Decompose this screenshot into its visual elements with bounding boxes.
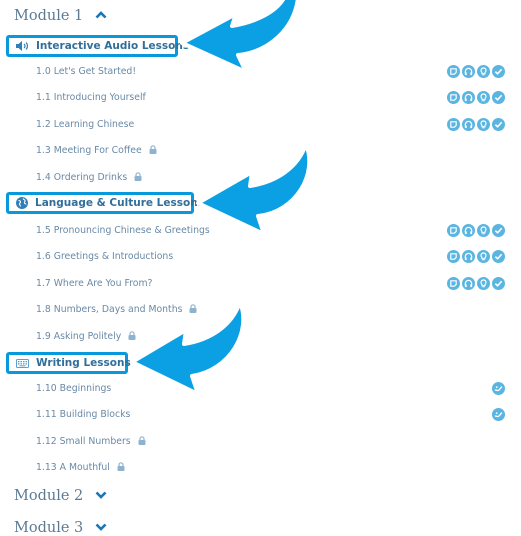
lesson-link[interactable]: 1.0 Let's Get Started! (36, 66, 136, 77)
notes-icon[interactable] (447, 277, 460, 290)
section-language-culture[interactable]: Language & Culture Lessons (6, 192, 204, 214)
section-label: Interactive Audio Lessons (36, 40, 190, 52)
lesson-title: 1.13 A Mouthful (36, 462, 110, 473)
lesson-badges (447, 277, 505, 290)
section-writing[interactable]: Writing Lessons (6, 352, 131, 374)
module-title: Module 2 (14, 488, 84, 504)
lesson-link[interactable]: 1.1 Introducing Yourself (36, 92, 146, 103)
chevron-up-icon[interactable] (95, 8, 107, 22)
lightbulb-icon[interactable] (477, 91, 490, 104)
notes-icon[interactable] (447, 118, 460, 131)
lesson-title: 1.4 Ordering Drinks (36, 172, 128, 183)
check-icon[interactable] (492, 277, 505, 290)
lesson-badges (447, 91, 505, 104)
lesson-link[interactable]: 1.7 Where Are You From? (36, 278, 152, 289)
lightbulb-icon[interactable] (477, 277, 490, 290)
module-title: Module 1 (14, 8, 84, 24)
callout-arrow-icon (196, 142, 312, 236)
notes-icon[interactable] (447, 224, 460, 237)
lesson-title: 1.3 Meeting For Coffee (36, 145, 142, 156)
speaker-icon (16, 41, 29, 51)
check-icon[interactable] (492, 118, 505, 131)
lesson-title: 1.5 Pronouncing Chinese & Greetings (36, 225, 210, 236)
lesson-title: 1.0 Let's Get Started! (36, 66, 137, 77)
lock-icon (134, 172, 142, 184)
lesson-badges (447, 65, 505, 78)
lesson-link[interactable]: 1.2 Learning Chinese (36, 119, 134, 130)
lightbulb-icon[interactable] (477, 250, 490, 263)
lesson-title: 1.11 Building Blocks (36, 409, 131, 420)
lesson-link[interactable]: 1.11 Building Blocks (36, 409, 130, 420)
lesson-title: 1.7 Where Are You From? (36, 278, 153, 289)
headphones-icon[interactable] (462, 224, 475, 237)
lesson-badges (447, 250, 505, 263)
notes-icon[interactable] (447, 65, 460, 78)
lesson-title: 1.10 Beginnings (36, 383, 112, 394)
keyboard-icon (16, 358, 29, 368)
check-icon[interactable] (492, 65, 505, 78)
chevron-down-icon[interactable] (95, 520, 107, 534)
headphones-icon[interactable] (462, 118, 475, 131)
chevron-down-icon[interactable] (95, 488, 107, 502)
lesson-badges (447, 118, 505, 131)
lesson-title: 1.1 Introducing Yourself (36, 92, 146, 103)
lesson-title: 1.9 Asking Politely (36, 331, 122, 342)
lesson-link[interactable]: 1.4 Ordering Drinks (36, 172, 142, 184)
notes-icon[interactable] (447, 91, 460, 104)
callout-arrow-icon (180, 0, 300, 74)
section-label: Language & Culture Lessons (35, 197, 204, 209)
lesson-link[interactable]: 1.12 Small Numbers (36, 436, 146, 448)
module-2-header[interactable]: Module 2 (14, 488, 107, 504)
lesson-link[interactable]: 1.5 Pronouncing Chinese & Greetings (36, 225, 210, 236)
module-1-header[interactable]: Module 1 (14, 8, 107, 24)
check-icon[interactable] (492, 91, 505, 104)
lock-icon (138, 436, 146, 448)
headphones-icon[interactable] (462, 65, 475, 78)
headphones-icon[interactable] (462, 250, 475, 263)
lesson-title: 1.2 Learning Chinese (36, 119, 135, 130)
globe-icon (16, 197, 28, 209)
check-icon[interactable] (492, 250, 505, 263)
lightbulb-icon[interactable] (477, 224, 490, 237)
lesson-title: 1.12 Small Numbers (36, 436, 131, 447)
lesson-link[interactable]: 1.10 Beginnings (36, 383, 111, 394)
notes-icon[interactable] (447, 250, 460, 263)
headphones-icon[interactable] (462, 277, 475, 290)
check-icon[interactable] (492, 224, 505, 237)
lightbulb-icon[interactable] (477, 118, 490, 131)
lesson-badges (492, 408, 505, 421)
brush-icon[interactable] (492, 408, 505, 421)
lesson-link[interactable]: 1.6 Greetings & Introductions (36, 251, 173, 262)
brush-icon[interactable] (492, 382, 505, 395)
section-interactive-audio[interactable]: Interactive Audio Lessons (6, 35, 189, 57)
lesson-link[interactable]: 1.9 Asking Politely (36, 331, 136, 343)
section-label: Writing Lessons (36, 357, 131, 369)
lesson-link[interactable]: 1.3 Meeting For Coffee (36, 145, 157, 157)
lesson-title: 1.6 Greetings & Introductions (36, 251, 174, 262)
lightbulb-icon[interactable] (477, 65, 490, 78)
callout-arrow-icon (130, 300, 246, 396)
headphones-icon[interactable] (462, 91, 475, 104)
lock-icon (149, 145, 157, 157)
lesson-link[interactable]: 1.13 A Mouthful (36, 462, 125, 474)
lesson-badges (492, 382, 505, 395)
lesson-badges (447, 224, 505, 237)
lock-icon (117, 462, 125, 474)
